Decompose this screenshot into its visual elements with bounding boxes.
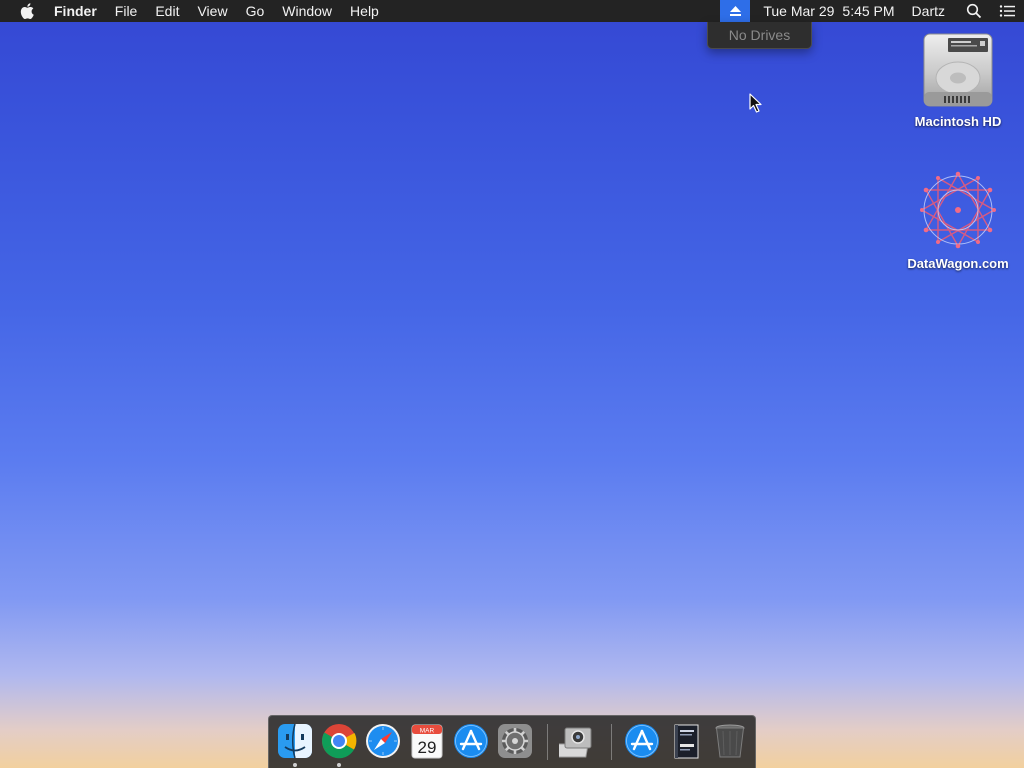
dock-app-app-store-downloads[interactable]	[623, 722, 661, 760]
clock[interactable]: Tue Mar 29 5:45 PM	[750, 0, 894, 22]
eject-dropdown-menu: No Drives	[707, 22, 812, 49]
dock-app-chrome[interactable]	[320, 722, 358, 760]
menu-file[interactable]: File	[106, 0, 147, 22]
menu-view[interactable]: View	[188, 0, 236, 22]
menu-bar-left: Finder File Edit View Go Window Help	[0, 0, 388, 22]
safari-icon	[366, 724, 400, 758]
menu-bar: Finder File Edit View Go Window Help Tue…	[0, 0, 1024, 22]
apple-menu[interactable]	[0, 0, 54, 22]
menu-edit[interactable]: Edit	[146, 0, 188, 22]
hard-drive-icon	[923, 33, 993, 107]
menu-item-no-drives: No Drives	[728, 27, 791, 43]
dock-app-ebook[interactable]	[667, 722, 705, 760]
desktop-icon-datawagon[interactable]: DataWagon.com	[903, 168, 1013, 271]
desktop-icon-label: DataWagon.com	[907, 256, 1009, 271]
clock-time: 5:45 PM	[842, 3, 895, 19]
app-store-icon	[454, 724, 488, 758]
datawagon-logo-icon	[920, 171, 996, 249]
clock-date: Tue Mar 29	[763, 3, 835, 19]
menu-go[interactable]: Go	[237, 0, 274, 22]
running-indicator	[293, 763, 297, 767]
camera-icon	[555, 727, 592, 758]
app-menu-finder[interactable]: Finder	[54, 0, 106, 22]
list-icon	[999, 5, 1015, 17]
calendar-month: MAR	[420, 728, 435, 735]
trash-icon	[715, 724, 745, 758]
dock-separator	[611, 724, 612, 760]
menu-bar-right: Tue Mar 29 5:45 PM Dartz	[720, 0, 1024, 22]
dock: MAR 29	[268, 715, 756, 768]
dock-app-trash[interactable]	[711, 722, 749, 760]
dock-app-calendar[interactable]: MAR 29	[408, 722, 446, 760]
eject-icon	[729, 6, 741, 16]
book-icon	[674, 724, 699, 759]
desktop-icon-label: Macintosh HD	[914, 114, 1002, 129]
app-store-icon	[625, 724, 659, 758]
calendar-day: 29	[418, 738, 437, 757]
dock-app-safari[interactable]	[364, 722, 402, 760]
mouse-cursor-icon	[749, 93, 762, 113]
notification-center-button[interactable]	[990, 0, 1024, 22]
chrome-icon	[322, 724, 357, 759]
gear-icon	[498, 724, 532, 758]
calendar-icon: MAR 29	[411, 724, 443, 759]
desktop-icon-macintosh-hd[interactable]: Macintosh HD	[903, 30, 1013, 129]
menu-window[interactable]: Window	[273, 0, 341, 22]
spotlight-button[interactable]	[958, 0, 990, 22]
apple-logo-icon	[20, 3, 34, 19]
dock-app-image-capture[interactable]	[555, 722, 597, 760]
user-menu[interactable]: Dartz	[895, 0, 958, 22]
menu-help[interactable]: Help	[341, 0, 388, 22]
dock-app-finder[interactable]	[276, 722, 314, 760]
eject-menu-extra[interactable]	[720, 0, 751, 22]
dock-app-app-store[interactable]	[452, 722, 490, 760]
finder-icon	[278, 723, 312, 759]
search-icon	[966, 3, 982, 19]
dock-app-system-preferences[interactable]	[496, 722, 534, 760]
running-indicator	[337, 763, 341, 767]
dock-separator	[547, 724, 548, 760]
